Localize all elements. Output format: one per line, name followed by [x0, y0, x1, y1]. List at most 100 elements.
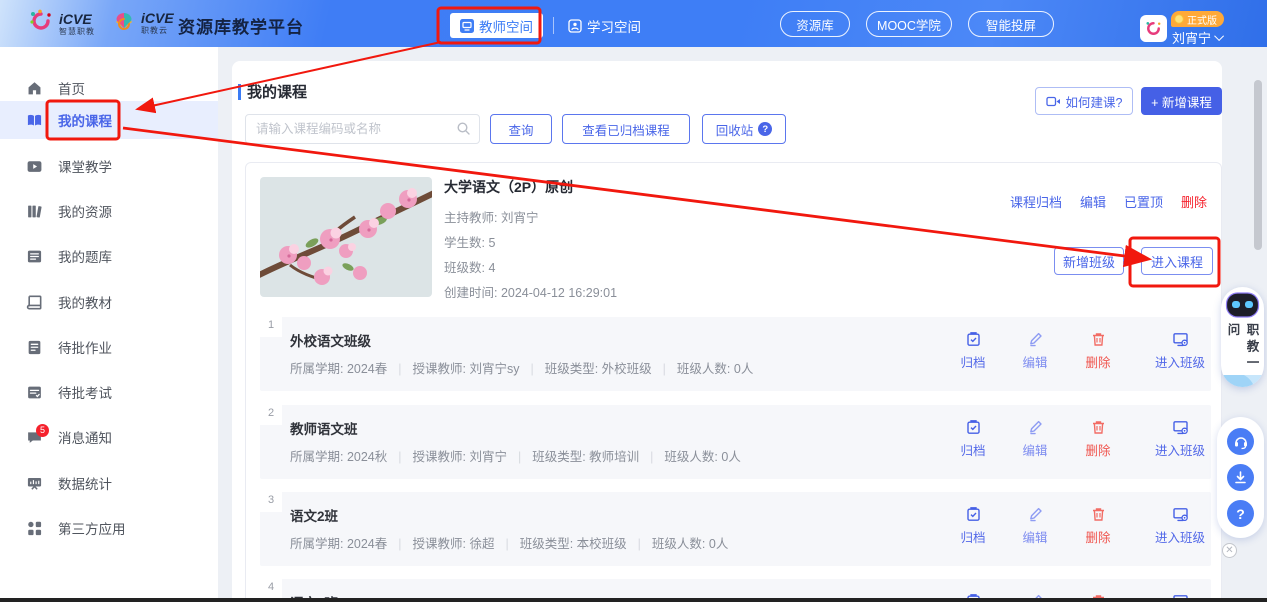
question-bank-icon [26, 248, 43, 265]
enter-course-button[interactable]: 进入课程 [1141, 247, 1213, 275]
archive-class-action[interactable]: 归档 [941, 419, 1005, 459]
brand2-name: iCVE [141, 9, 174, 26]
nav-resource-library-button[interactable]: 资源库 [780, 11, 850, 37]
class-term: 所属学期: 2024春 [290, 537, 388, 551]
archive-icon [941, 506, 1005, 523]
sidebar-item-data-statistics[interactable]: 数据统计 [0, 464, 218, 502]
enter-class-action[interactable]: 进入班级 [1148, 331, 1212, 371]
close-widget-icon[interactable]: ✕ [1222, 543, 1237, 558]
how-to-label: 如何建课? [1065, 95, 1123, 110]
sidebar-item-label: 课堂教学 [58, 160, 112, 175]
search-icon [456, 121, 471, 141]
message-bubble-icon: 5 [26, 423, 49, 446]
course-archive-link[interactable]: 课程归档 [1010, 192, 1062, 211]
view-archived-button[interactable]: 查看已归档课程 [562, 114, 690, 144]
class-name: 语文2班 [290, 509, 339, 524]
delete-class-action[interactable]: 删除 [1066, 506, 1130, 546]
brand1-sub: 智慧职教 [59, 26, 95, 36]
how-to-create-course-button[interactable]: 如何建课? [1035, 87, 1133, 115]
class-row-number: 3 [260, 492, 282, 512]
page-title: 我的课程 [247, 84, 308, 101]
add-course-button[interactable]: + 新增课程 [1141, 87, 1222, 115]
sidebar: 首页 我的课程 课堂教学 我的资源 我的题库 我的教材 待批作业 待批考试 5 … [0, 47, 218, 602]
sidebar-item-label: 我的资源 [58, 205, 112, 220]
edit-class-action[interactable]: 编辑 [1003, 419, 1067, 459]
course-student-count: 学生数: 5 [444, 236, 496, 250]
archive-class-action[interactable]: 归档 [941, 331, 1005, 371]
edit-class-action[interactable]: 编辑 [1003, 331, 1067, 371]
sidebar-item-third-party-apps[interactable]: 第三方应用 [0, 509, 218, 547]
delete-class-action[interactable]: 删除 [1066, 331, 1130, 371]
meta-separator: | [637, 537, 641, 551]
nav-smart-cast-button[interactable]: 智能投屏 [968, 11, 1054, 37]
class-count: 班级人数: 0人 [651, 537, 729, 551]
trash-icon [1066, 506, 1130, 523]
meta-separator: | [398, 362, 402, 376]
chevron-down-icon [1214, 31, 1225, 42]
robot-icon [1225, 290, 1260, 325]
class-type: 班级类型: 本校班级 [519, 537, 627, 551]
teacher-space-icon [460, 18, 474, 33]
version-badge-label: 正式版 [1187, 15, 1217, 27]
brand-zhihuizhijiao: iCVE 智慧职教 [28, 8, 95, 39]
enter-class-action[interactable]: 进入班级 [1148, 506, 1212, 546]
course-cover-image[interactable] [260, 177, 432, 297]
sidebar-item-label: 首页 [58, 82, 85, 97]
class-meta: 所属学期: 2024春 | 授课教师: 徐超 | 班级类型: 本校班级 | 班级人数: 0人 [290, 533, 728, 552]
edit-pencil-icon [1003, 419, 1067, 436]
sidebar-item-classroom-teaching[interactable]: 课堂教学 [0, 147, 218, 185]
class-row-number: 4 [260, 579, 282, 599]
course-class-count: 班级数: 4 [444, 261, 496, 275]
sidebar-item-label: 消息通知 [58, 431, 112, 446]
delete-class-action[interactable]: 删除 [1066, 419, 1130, 459]
course-pinned-link[interactable]: 已置顶 [1124, 192, 1163, 211]
edit-class-action[interactable]: 编辑 [1003, 506, 1067, 546]
statistics-board-icon [26, 475, 43, 492]
sidebar-item-my-question-bank[interactable]: 我的题库 [0, 237, 218, 275]
nav-mooc-button[interactable]: MOOC学院 [866, 11, 952, 37]
sidebar-item-my-textbooks[interactable]: 我的教材 [0, 283, 218, 321]
vertical-scrollbar[interactable] [1254, 80, 1262, 250]
user-name-label: 刘宵宁 [1172, 31, 1212, 46]
enter-class-monitor-icon [1148, 331, 1212, 348]
sidebar-item-notifications[interactable]: 5 消息通知 [0, 418, 218, 456]
sidebar-item-label: 数据统计 [58, 477, 112, 492]
enter-class-action[interactable]: 进入班级 [1148, 419, 1212, 459]
class-term: 所属学期: 2024秋 [290, 450, 388, 464]
sidebar-item-my-courses[interactable]: 我的课程 [0, 101, 218, 139]
home-icon [26, 80, 43, 97]
meta-separator: | [650, 450, 654, 464]
brand1-name: iCVE [59, 10, 92, 27]
help-button[interactable]: ? [1227, 500, 1254, 527]
avatar[interactable] [1140, 15, 1167, 42]
assistant-widget[interactable]: 职教一问 [1221, 287, 1264, 387]
course-search [245, 114, 480, 144]
course-edit-link[interactable]: 编辑 [1080, 192, 1106, 211]
class-row: 2 教师语文班 所属学期: 2024秋 | 授课教师: 刘宵宁 | 班级类型: 教师培训… [260, 405, 1211, 479]
class-meta: 所属学期: 2024秋 | 授课教师: 刘宵宁 | 班级类型: 教师培训 | 班级人数: 0… [290, 446, 741, 465]
recycle-bin-button[interactable]: 回收站 ? [702, 114, 786, 144]
window-bottom-edge [0, 598, 1267, 602]
add-class-button[interactable]: 新增班级 [1054, 247, 1124, 275]
sidebar-item-pending-exams[interactable]: 待批考试 [0, 373, 218, 411]
download-button[interactable] [1227, 464, 1254, 491]
customer-service-button[interactable] [1227, 428, 1254, 455]
recycle-bin-label: 回收站 [715, 123, 754, 138]
archive-class-action[interactable]: 归档 [941, 506, 1005, 546]
enter-class-monitor-icon [1148, 419, 1212, 436]
view-archived-label: 查看已归档课程 [582, 123, 670, 138]
brand2-sub: 职教云 [141, 25, 168, 35]
course-delete-link[interactable]: 删除 [1181, 192, 1207, 211]
tab-learning-space[interactable]: 学习空间 [568, 13, 641, 38]
tab-teacher-space[interactable]: 教师空间 [450, 13, 543, 38]
sidebar-item-pending-homework[interactable]: 待批作业 [0, 328, 218, 366]
course-search-input[interactable] [245, 114, 480, 144]
open-book-icon [26, 112, 43, 129]
top-header: iCVE 智慧职教 iCVE 职教云 资源库教学平台 教师空间 学习空间 资源库… [0, 0, 1267, 47]
user-menu[interactable]: 刘宵宁 [1172, 28, 1225, 47]
trash-icon [1066, 331, 1130, 348]
medal-icon [1174, 14, 1184, 24]
query-button[interactable]: 查询 [490, 114, 552, 144]
sidebar-item-my-resources[interactable]: 我的资源 [0, 192, 218, 230]
class-count: 班级人数: 0人 [676, 362, 754, 376]
